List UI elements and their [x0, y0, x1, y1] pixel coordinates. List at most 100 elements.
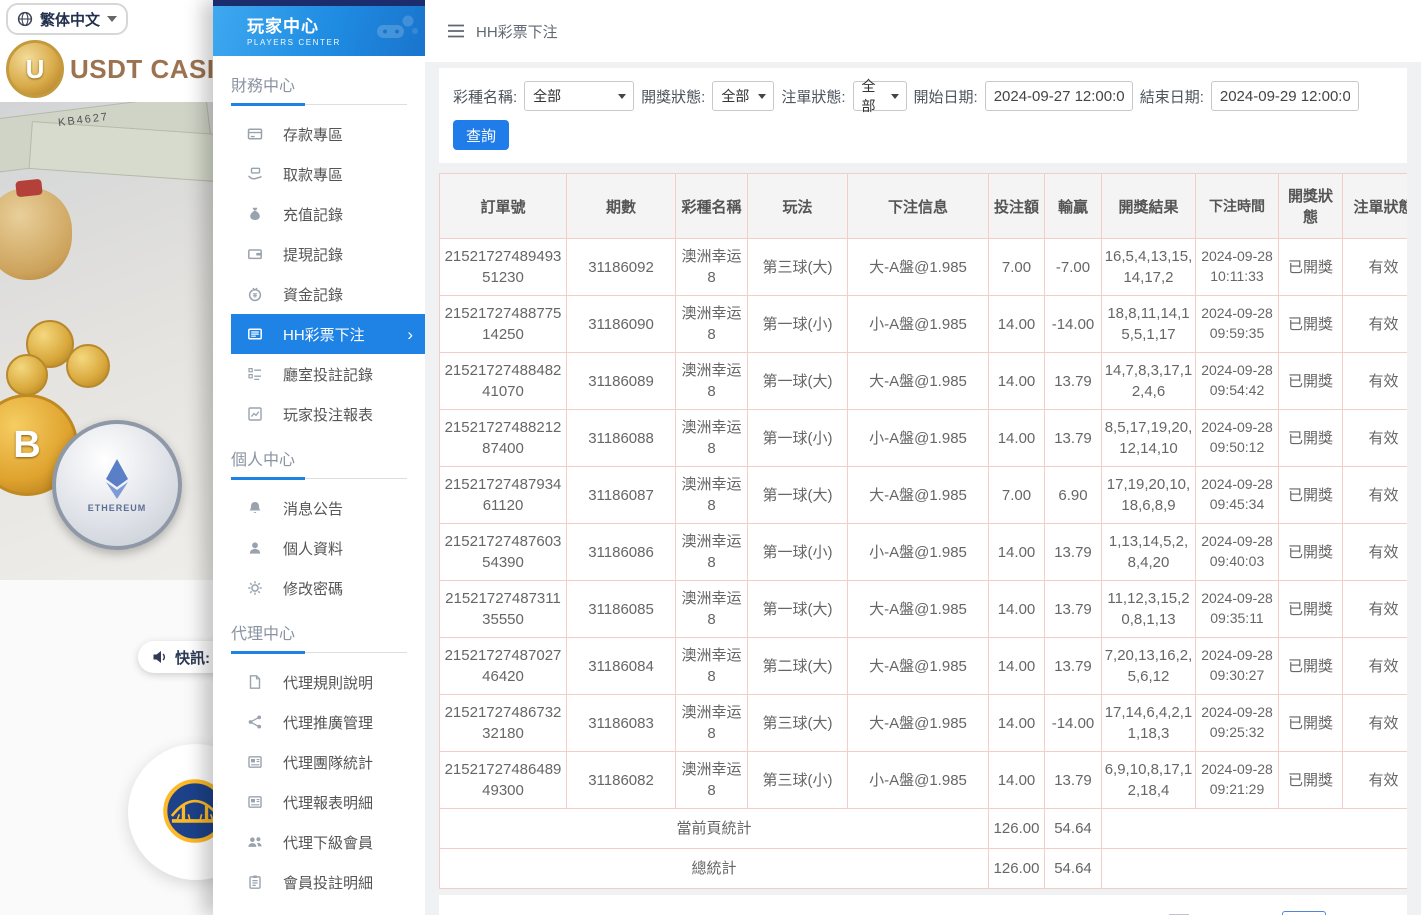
hero-photo: KB4627 B ETHEREUM: [0, 102, 240, 580]
cell-order: 2152172748793461120: [440, 467, 567, 524]
column-header-play: 玩法: [748, 174, 848, 239]
order-status-select[interactable]: 全部: [853, 81, 907, 111]
cell-time: 2024-09-28 09:45:34: [1196, 467, 1279, 524]
sidebar-item-2-3[interactable]: 代理報表明細: [231, 782, 425, 822]
gold-coin-image: [66, 344, 110, 388]
sidebar-item-0-4[interactable]: 資金記錄: [231, 274, 425, 314]
language-selector[interactable]: 繁体中文: [6, 3, 128, 35]
cell-amount: 14.00: [989, 353, 1045, 410]
sidebar-item-label: 個人資料: [283, 538, 343, 559]
summary-empty: [1102, 849, 1408, 889]
sidebar-item-label: 消息公告: [283, 498, 343, 519]
sidebar-item-2-0[interactable]: 代理規則說明: [231, 662, 425, 702]
cell-winloss: -14.00: [1045, 695, 1102, 752]
hamburger-menu-icon[interactable]: [447, 23, 465, 39]
section-underline: [231, 103, 407, 106]
cell-issue: 31186088: [567, 410, 676, 467]
cell-lottery: 澳洲幸运8: [676, 410, 748, 467]
table-row: 215217274864894930031186082澳洲幸运8第三球(小)小-…: [440, 752, 1408, 809]
cell-drawstatus: 已開獎: [1279, 353, 1343, 410]
cell-drawstatus: 已開獎: [1279, 581, 1343, 638]
search-button[interactable]: 查詢: [453, 120, 509, 150]
sidebar-menu: 財務中心存款專區取款專區充值記錄提現記錄資金記錄HH彩票下注›廳室投註記錄玩家投…: [213, 56, 425, 915]
cell-issue: 31186087: [567, 467, 676, 524]
end-date-input[interactable]: [1211, 81, 1359, 111]
recharge-record-icon: [246, 206, 263, 223]
brand-banner: U USDT CASINO: [0, 36, 240, 102]
cell-info: 小-A盤@1.985: [848, 296, 989, 353]
start-date-input[interactable]: [985, 81, 1133, 111]
cell-result: 6,9,10,8,17,12,18,4: [1102, 752, 1196, 809]
sidebar-item-1-1[interactable]: 個人資料: [231, 528, 425, 568]
cell-time: 2024-09-28 09:35:11: [1196, 581, 1279, 638]
cell-orderstatus: 有效: [1343, 353, 1408, 410]
cell-info: 小-A盤@1.985: [848, 752, 989, 809]
chevron-right-icon: ›: [407, 326, 413, 343]
sidebar-item-2-1[interactable]: 代理推廣管理: [231, 702, 425, 742]
cell-play: 第一球(小): [748, 410, 848, 467]
member-bets-icon: [246, 874, 263, 891]
draw-status-select[interactable]: 全部: [712, 81, 774, 111]
sidebar-item-0-1[interactable]: 取款專區: [231, 154, 425, 194]
cell-result: 1,13,14,5,2,8,4,20: [1102, 524, 1196, 581]
column-header-amount: 投注額: [989, 174, 1045, 239]
lottery-name-select[interactable]: 全部: [524, 81, 634, 111]
sidebar-item-label: 代理團隊統計: [283, 752, 373, 773]
cell-order: 2152172748877514250: [440, 296, 567, 353]
table-header-row: 訂單號期數彩種名稱玩法下注信息投注額輸贏開獎結果下注時間開獎狀態注單狀態: [440, 174, 1408, 239]
sidebar-item-2-2[interactable]: 代理團隊統計: [231, 742, 425, 782]
cell-drawstatus: 已開獎: [1279, 695, 1343, 752]
cell-lottery: 澳洲幸运8: [676, 752, 748, 809]
cell-amount: 14.00: [989, 581, 1045, 638]
cell-play: 第三球(大): [748, 239, 848, 296]
end-date-label: 結束日期:: [1140, 86, 1204, 107]
withdraw-icon: [246, 166, 263, 183]
cell-winloss: 13.79: [1045, 353, 1102, 410]
player-report-icon: [246, 406, 263, 423]
sidebar-item-1-2[interactable]: 修改密碼: [231, 568, 425, 608]
cell-drawstatus: 已開獎: [1279, 524, 1343, 581]
cell-play: 第一球(大): [748, 353, 848, 410]
language-label: 繁体中文: [40, 9, 100, 30]
cell-time: 2024-09-28 09:30:27: [1196, 638, 1279, 695]
summary-empty: [1102, 809, 1408, 849]
sidebar-item-label: 修改密碼: [283, 578, 343, 599]
sidebar-item-2-5[interactable]: 會員投註明細: [231, 862, 425, 902]
section-title-0: 財務中心: [231, 72, 407, 96]
section-title-1: 個人中心: [231, 446, 407, 470]
pager: 共10条 首页 上一页 1 下一页 第 页 跳转: [1014, 911, 1393, 915]
cell-winloss: 13.79: [1045, 752, 1102, 809]
lottery-name-value: 全部: [533, 86, 561, 106]
cell-orderstatus: 有效: [1343, 581, 1408, 638]
sidebar-item-2-6[interactable]: 會員交易明細: [231, 902, 425, 915]
sidebar-item-1-0[interactable]: 消息公告: [231, 488, 425, 528]
cell-winloss: -7.00: [1045, 239, 1102, 296]
cell-time: 2024-09-28 10:11:33: [1196, 239, 1279, 296]
cell-lottery: 澳洲幸运8: [676, 239, 748, 296]
section-underline: [231, 651, 407, 654]
sidebar-item-0-2[interactable]: 充值記錄: [231, 194, 425, 234]
table-row: 215217274887751425031186090澳洲幸运8第一球(小)小-…: [440, 296, 1408, 353]
cell-result: 7,20,13,16,2,5,6,12: [1102, 638, 1196, 695]
page-title: HH彩票下注: [476, 21, 558, 42]
column-header-drawstatus: 開獎狀態: [1279, 174, 1343, 239]
sidebar-item-0-6[interactable]: 廳室投註記錄: [231, 354, 425, 394]
column-header-issue: 期數: [567, 174, 676, 239]
sidebar-item-2-4[interactable]: 代理下級會員: [231, 822, 425, 862]
sidebar-item-0-5[interactable]: HH彩票下注›: [231, 314, 425, 354]
cell-winloss: 13.79: [1045, 410, 1102, 467]
game-controller-icon: [375, 14, 419, 49]
sidebar-item-0-7[interactable]: 玩家投注報表: [231, 394, 425, 434]
filter-panel: 彩種名稱: 全部 開獎狀態: 全部 注單狀態: 全部 開始日期: 結束日期:: [439, 68, 1407, 163]
jump-page-input[interactable]: [1282, 911, 1326, 915]
sidebar-item-label: 會員投註明細: [283, 872, 373, 893]
ticker-label: 快訊:: [175, 647, 210, 668]
withdraw-record-icon: [246, 246, 263, 263]
section-title-2: 代理中心: [231, 620, 407, 644]
sidebar-item-0-3[interactable]: 提現記錄: [231, 234, 425, 274]
filter-buttons: 查詢: [453, 120, 1393, 150]
cell-lottery: 澳洲幸运8: [676, 524, 748, 581]
sidebar-item-0-0[interactable]: 存款專區: [231, 114, 425, 154]
cell-order: 2152172748821287400: [440, 410, 567, 467]
cell-time: 2024-09-28 09:25:32: [1196, 695, 1279, 752]
